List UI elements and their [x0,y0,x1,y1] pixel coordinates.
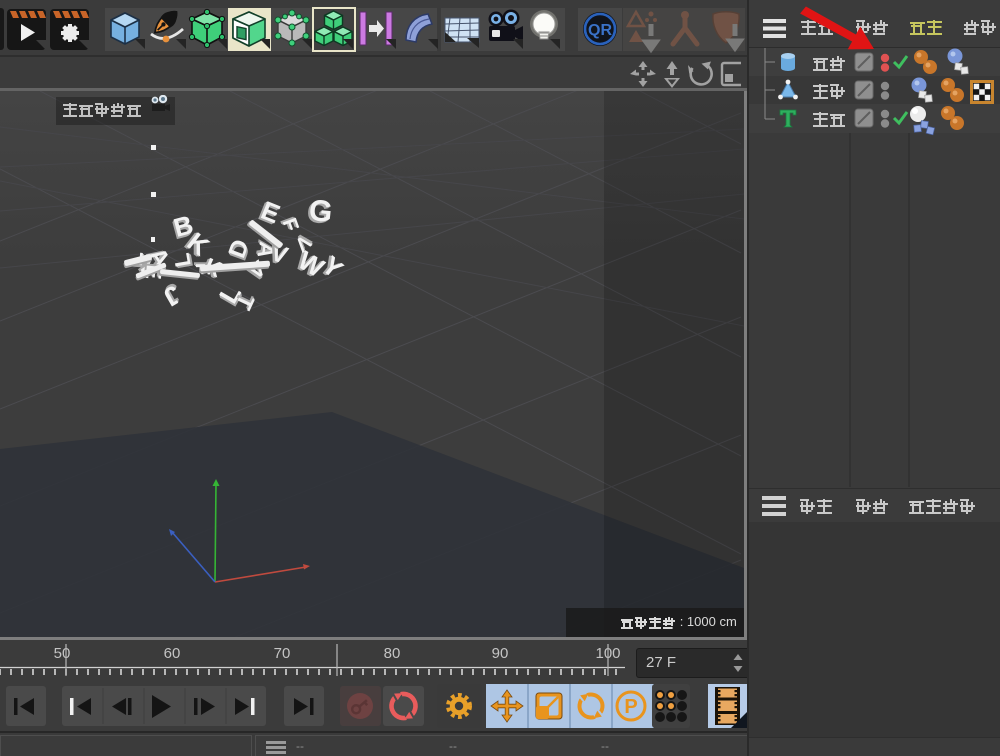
svg-text:50: 50 [54,645,71,662]
svg-text:QR: QR [588,22,612,39]
svg-text:P: P [624,696,637,718]
svg-text:80: 80 [384,645,401,662]
svg-text:70: 70 [274,645,291,662]
svg-text:60: 60 [164,645,181,662]
svg-text:90: 90 [492,645,509,662]
